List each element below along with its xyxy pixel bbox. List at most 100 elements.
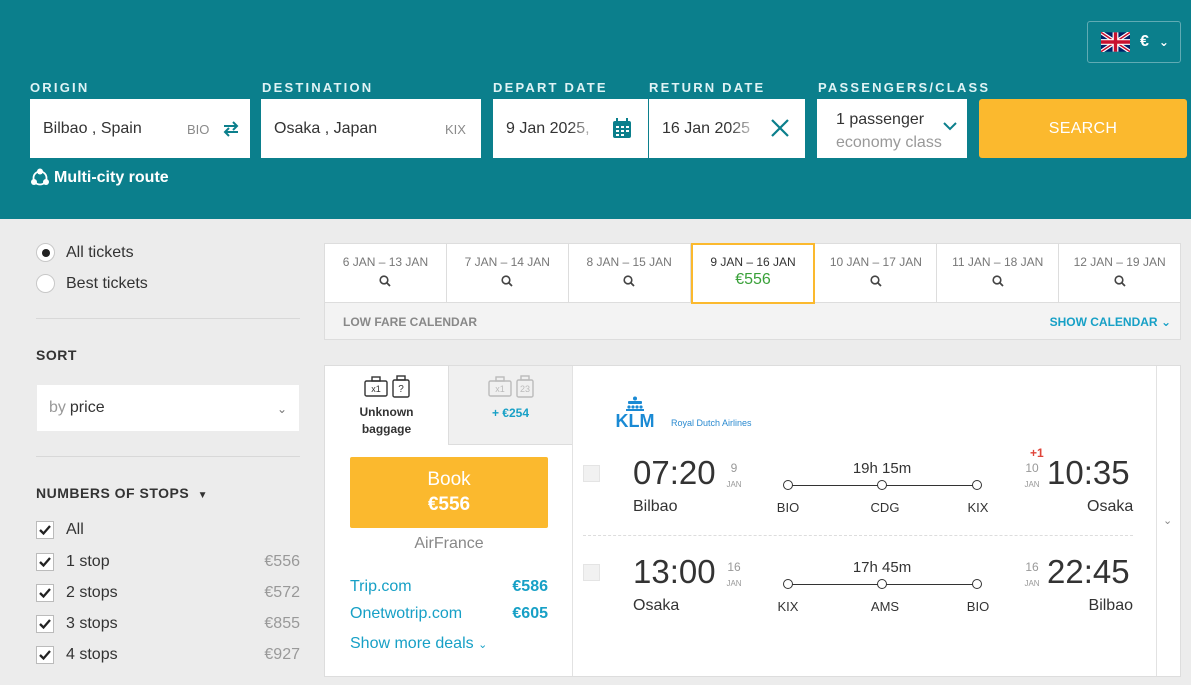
- leg-checkbox[interactable]: [583, 465, 600, 482]
- radio-selected[interactable]: [36, 243, 55, 262]
- stop-label: All: [66, 521, 84, 538]
- clear-return-icon[interactable]: [770, 118, 790, 138]
- origin-value: Bilbao , Spain: [43, 119, 142, 137]
- passengers-class-select[interactable]: 1 passenger economy class: [817, 99, 967, 158]
- date-range-text: 6 JAN – 13 JAN: [342, 255, 429, 269]
- baggage-icon: x1: [363, 376, 388, 397]
- checkbox-checked[interactable]: [36, 521, 54, 539]
- deal-row[interactable]: Onetwotrip.com €605: [350, 605, 548, 623]
- destination-value: Osaka , Japan: [274, 119, 378, 137]
- departure-time: 07:20: [633, 454, 716, 491]
- baggage-extra-price: + €254: [491, 406, 530, 420]
- show-calendar-link[interactable]: SHOW CALENDAR ⌄: [1050, 315, 1171, 329]
- stop-filter-4[interactable]: 4 stops €927: [36, 646, 300, 664]
- stops-title[interactable]: NUMBERS OF STOPS ▼: [36, 485, 208, 501]
- deal-name[interactable]: Onetwotrip.com: [350, 605, 462, 623]
- search-icon: [501, 275, 513, 287]
- date-range-option[interactable]: 6 JAN – 13 JAN: [325, 244, 447, 302]
- airline-subtitle: Royal Dutch Airlines: [671, 418, 752, 428]
- filter-all-tickets[interactable]: All tickets: [36, 243, 134, 262]
- departure-day: 16: [727, 560, 741, 574]
- checkbox-checked[interactable]: [36, 553, 54, 571]
- leg-checkbox[interactable]: [583, 564, 600, 581]
- date-range-option[interactable]: 8 JAN – 15 JAN: [569, 244, 691, 302]
- stop-price: €855: [264, 615, 300, 632]
- date-range-option[interactable]: 10 JAN – 17 JAN: [815, 244, 938, 302]
- baggage-line-1: Unknown: [359, 405, 414, 419]
- divider: [36, 456, 300, 457]
- swap-icon[interactable]: [221, 119, 241, 139]
- route-stop-dot: [783, 480, 793, 490]
- passengers-class-label: PASSENGERS/CLASS: [818, 80, 991, 95]
- stop-filter-all[interactable]: All: [36, 521, 300, 539]
- klm-logo: KLM: [616, 396, 655, 428]
- calendar-icon[interactable]: [612, 118, 632, 139]
- search-button[interactable]: SEARCH: [979, 99, 1187, 158]
- arrival-time: 10:35: [1047, 454, 1130, 491]
- date-range-option-selected[interactable]: 9 JAN – 16 JAN €556: [690, 243, 816, 304]
- stops-title-text: NUMBERS OF STOPS: [36, 485, 190, 501]
- search-header: € ⌄ ORIGIN DESTINATION DEPART DATE RETUR…: [0, 0, 1191, 219]
- destination-input[interactable]: Osaka , Japan KIX: [261, 99, 481, 158]
- date-range-option[interactable]: 12 JAN – 19 JAN: [1059, 244, 1180, 302]
- stop-filter-3[interactable]: 3 stops €855: [36, 615, 300, 633]
- departure-month: JAN: [726, 579, 742, 588]
- airline-name: KLM: [616, 411, 655, 428]
- deal-price[interactable]: €586: [512, 578, 548, 596]
- origin-input[interactable]: Bilbao , Spain BIO: [30, 99, 250, 158]
- deal-row[interactable]: Trip.com €586: [350, 578, 548, 596]
- book-label: Book: [427, 469, 471, 490]
- baggage-weight: ?: [398, 384, 404, 395]
- airport-code: BIO: [966, 599, 990, 614]
- return-date-input[interactable]: 16 Jan 2025: [649, 99, 805, 158]
- stop-filter-1[interactable]: 1 stop €556: [36, 553, 300, 571]
- currency-selector[interactable]: € ⌄: [1087, 21, 1181, 63]
- date-range-text: 10 JAN – 17 JAN: [829, 255, 922, 269]
- arrival-city: Osaka: [1087, 498, 1134, 515]
- book-price: €556: [427, 494, 471, 515]
- baggage-line-2: baggage: [361, 422, 412, 436]
- radio-unselected[interactable]: [36, 274, 55, 293]
- return-date-label: RETURN DATE: [649, 80, 766, 95]
- depart-date-input[interactable]: 9 Jan 2025,: [493, 99, 648, 158]
- date-range-list: 6 JAN – 13 JAN 7 JAN – 14 JAN 8 JAN – 15…: [325, 243, 1180, 304]
- search-icon: [1113, 275, 1126, 287]
- stop-label: 2 stops: [66, 584, 118, 601]
- best-tickets-label: Best tickets: [66, 274, 148, 292]
- baggage-tab-unknown[interactable]: x1 ? Unknown baggage: [325, 366, 448, 445]
- book-button[interactable]: Book €556: [350, 457, 548, 528]
- deal-name[interactable]: Trip.com: [350, 578, 412, 596]
- filter-best-tickets[interactable]: Best tickets: [36, 274, 148, 293]
- airport-code: BIO: [776, 500, 800, 515]
- checkbox-checked[interactable]: [36, 584, 54, 602]
- sort-select[interactable]: by price ⌄: [37, 385, 299, 431]
- checkbox-checked[interactable]: [36, 646, 54, 664]
- show-more-deals-text: Show more deals: [350, 635, 474, 652]
- multi-city-link[interactable]: Multi-city route: [30, 168, 169, 188]
- date-range-option[interactable]: 7 JAN – 14 JAN: [447, 244, 569, 302]
- airport-code: KIX: [777, 599, 799, 614]
- search-icon: [870, 275, 882, 287]
- arrival-city: Bilbao: [1088, 597, 1133, 614]
- stop-price: €556: [264, 553, 300, 570]
- checkbox-checked[interactable]: [36, 615, 54, 633]
- date-range-option[interactable]: 11 JAN – 18 JAN: [937, 244, 1060, 302]
- baggage-count: x1: [495, 384, 505, 394]
- stop-filter-2[interactable]: 2 stops €572: [36, 584, 300, 602]
- sort-title: SORT: [36, 347, 77, 363]
- date-range-text: 9 JAN – 16 JAN: [710, 255, 796, 269]
- show-more-deals-link[interactable]: Show more deals ⌄: [350, 635, 487, 653]
- deal-price[interactable]: €605: [512, 605, 548, 623]
- expand-chevron-icon[interactable]: ⌄: [1163, 514, 1172, 527]
- baggage-tab-extra[interactable]: x1 23 + €254: [448, 366, 572, 445]
- chevron-down-icon: ⌄: [1158, 35, 1169, 49]
- origin-label: ORIGIN: [30, 80, 90, 95]
- date-range-text: 7 JAN – 14 JAN: [464, 255, 550, 269]
- departure-city: Osaka: [633, 597, 680, 614]
- next-day-indicator: +1: [1030, 446, 1044, 460]
- chevron-down-icon: [943, 122, 957, 131]
- search-icon: [379, 275, 392, 287]
- arrival-month: JAN: [1024, 579, 1040, 588]
- baggage-count: x1: [371, 384, 381, 394]
- arrival-day: 16: [1025, 560, 1039, 574]
